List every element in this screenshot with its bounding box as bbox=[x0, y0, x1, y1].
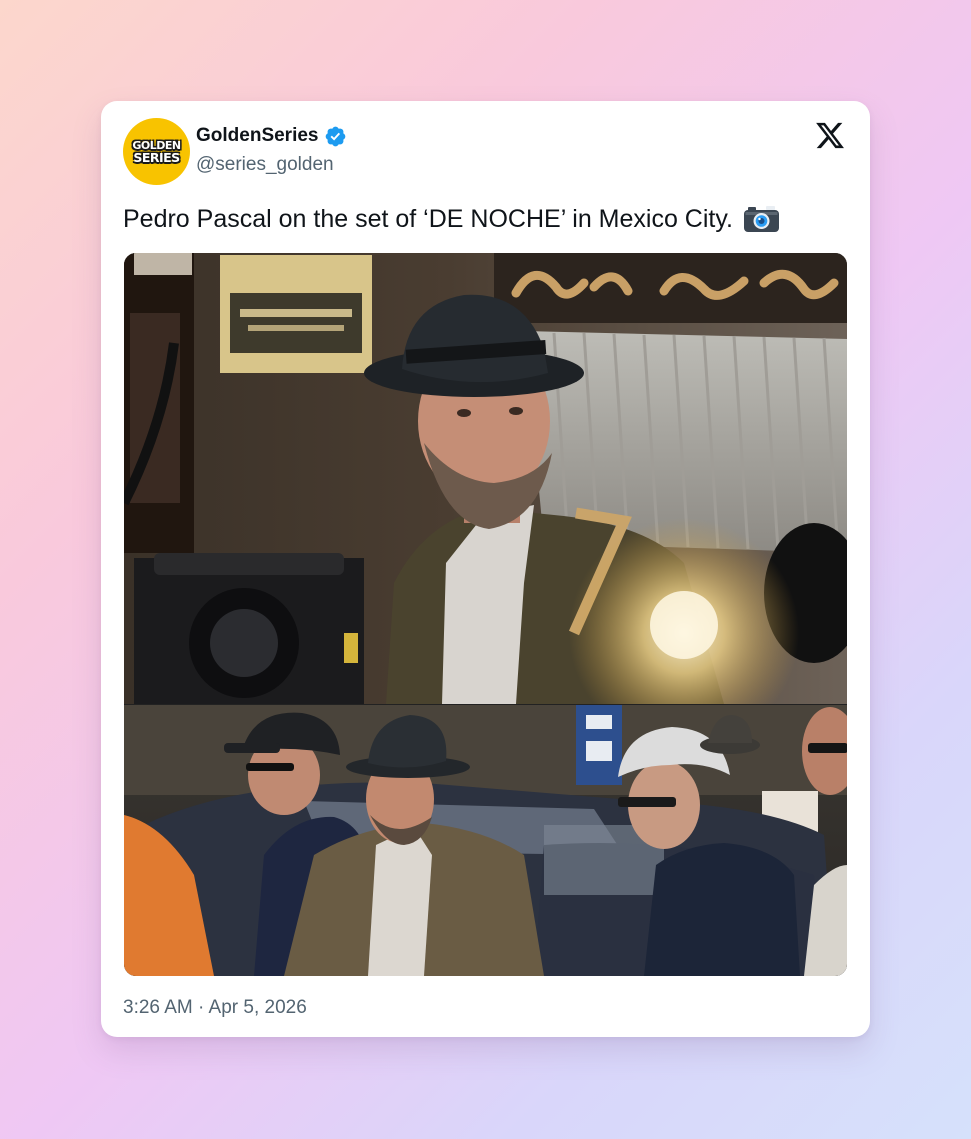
photo-2-image bbox=[124, 705, 847, 976]
avatar[interactable]: GOLDEN SERIES bbox=[123, 118, 190, 185]
photo-1-image bbox=[124, 253, 847, 704]
verified-badge-icon bbox=[325, 126, 345, 146]
handle[interactable]: @series_golden bbox=[196, 154, 334, 176]
x-logo-icon[interactable] bbox=[814, 120, 846, 151]
author-name-row: GoldenSeries bbox=[196, 124, 347, 148]
tweet-photo-2[interactable] bbox=[124, 705, 847, 976]
tweet-text-body: Pedro Pascal on the set of ‘DE NOCHE’ in… bbox=[123, 205, 733, 233]
tweet-card: GOLDEN SERIES GoldenSeries @series_golde… bbox=[101, 101, 870, 1037]
display-name[interactable]: GoldenSeries bbox=[196, 125, 319, 147]
tweet-photo-1[interactable] bbox=[124, 253, 847, 704]
tweet-text: Pedro Pascal on the set of ‘DE NOCHE’ in… bbox=[123, 201, 779, 237]
tweet-timestamp[interactable]: 3:26 AM · Apr 5, 2026 bbox=[123, 996, 307, 1020]
tweet-media-grid bbox=[124, 253, 847, 976]
avatar-logo-line-2: SERIES bbox=[133, 149, 180, 165]
camera-with-flash-icon bbox=[743, 206, 779, 232]
